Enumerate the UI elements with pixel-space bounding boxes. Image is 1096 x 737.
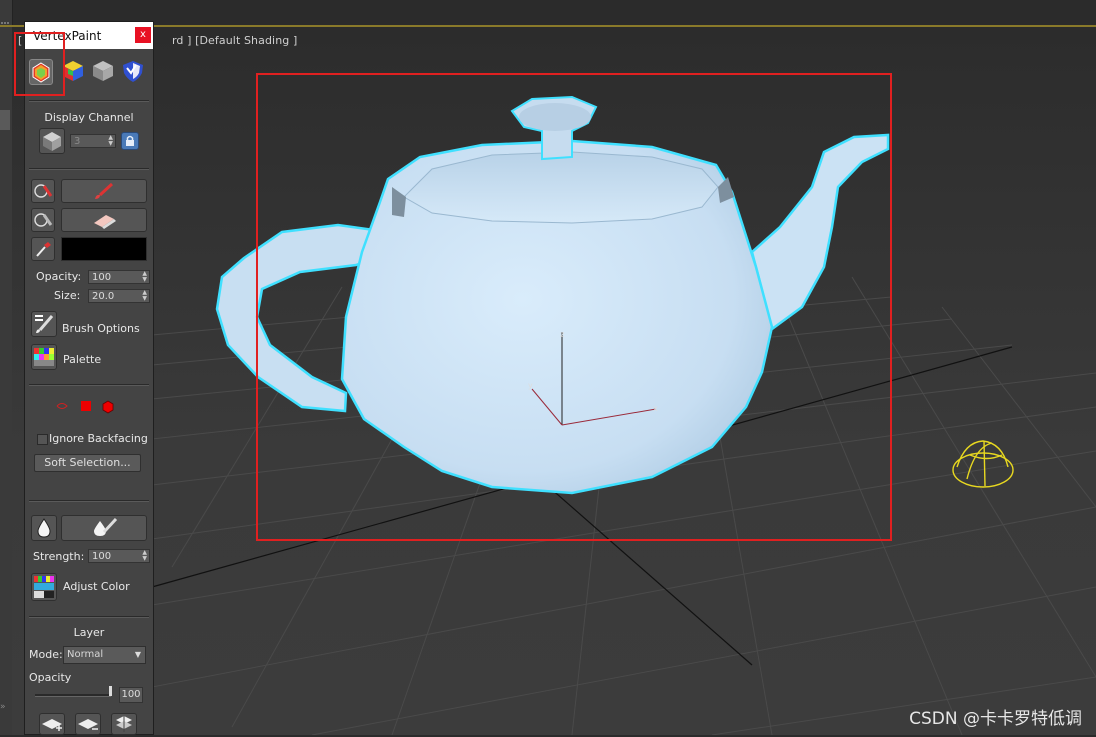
lock-button[interactable] (121, 132, 139, 150)
layer-title: Layer (73, 626, 105, 639)
shaded-cube-icon (93, 61, 113, 81)
size-label: Size: (54, 289, 81, 302)
lock-icon (126, 135, 134, 146)
strength-spinner[interactable]: 100 ▲ ▼ (88, 549, 150, 563)
erase-button[interactable] (61, 208, 147, 232)
layer-opacity-slider[interactable] (35, 694, 111, 697)
separator (29, 616, 149, 618)
erase-dropper-icon (34, 213, 53, 227)
adjust-color-label[interactable]: Adjust Color (63, 580, 130, 593)
strip-marker (0, 110, 10, 130)
channel-value: 3 (74, 136, 81, 147)
separator (29, 100, 149, 102)
opacity-value: 100 (92, 272, 112, 283)
layer-opacity-value[interactable]: 100 (119, 687, 143, 703)
spinner-arrows-icon: ▲ ▼ (142, 549, 147, 562)
eraser-icon (94, 215, 116, 229)
erase-options-button[interactable] (31, 208, 55, 232)
soft-selection-button[interactable]: Soft Selection... (34, 454, 141, 472)
element-selection-icon (102, 400, 114, 414)
selection-level-icons (56, 400, 114, 414)
spinner-arrows-icon: ▲ ▼ (142, 270, 147, 283)
adjust-color-button[interactable] (31, 573, 57, 601)
shield-icon (123, 61, 143, 82)
brush-options-button[interactable] (31, 311, 57, 337)
viewport-label-shading[interactable]: rd ] [Default Shading ] (172, 34, 297, 47)
water-drop-icon (37, 518, 51, 538)
ignore-backfacing-label: Ignore Backfacing (49, 432, 148, 445)
adjust-color-icon (34, 576, 54, 598)
strength-label: Strength: (33, 550, 85, 563)
paint-color-swatch[interactable] (61, 237, 147, 261)
mode-select[interactable]: Normal ▼ (63, 646, 146, 664)
palette-button[interactable] (31, 344, 57, 370)
paint-all-highlight-box (14, 32, 65, 96)
teapot-highlight-box (256, 73, 892, 541)
delete-layer-button[interactable] (75, 713, 101, 735)
layer-opacity-label: Opacity (29, 671, 72, 684)
opacity-label: Opacity: (36, 270, 82, 283)
size-value: 20.0 (92, 291, 115, 302)
add-layer-icon (42, 719, 62, 731)
spinner-arrows-icon: ▲ ▼ (142, 289, 147, 302)
face-selection-icon (81, 401, 91, 411)
blur-brush-icon (94, 517, 118, 536)
mode-label: Mode: (29, 648, 63, 661)
watermark: CSDN @卡卡罗特低调 (909, 709, 1082, 729)
eyedropper-icon (36, 242, 51, 257)
new-layer-button[interactable] (39, 713, 65, 735)
cube-icon (43, 132, 61, 151)
spinner-arrows-icon: ▲ ▼ (108, 134, 113, 147)
pick-color-button[interactable] (31, 237, 55, 261)
blur-brush-button[interactable] (61, 515, 147, 541)
vertex-selection-icon (56, 403, 68, 409)
size-spinner[interactable]: 20.0 ▲ ▼ (88, 289, 150, 303)
close-button[interactable]: x (135, 27, 151, 43)
slider-handle[interactable] (109, 686, 112, 696)
blur-options-button[interactable] (31, 515, 57, 541)
paint-dropper-icon (34, 184, 53, 198)
expand-arrows-icon: » (0, 702, 6, 712)
ignore-backfacing-checkbox[interactable] (37, 434, 48, 445)
channel-spinner[interactable]: 3 ▲ ▼ (70, 134, 116, 148)
remove-layer-icon (78, 719, 98, 730)
channel-display-button[interactable] (39, 128, 65, 154)
opacity-spinner[interactable]: 100 ▲ ▼ (88, 270, 150, 284)
brush-options-icon (35, 315, 54, 333)
palette-icon (34, 348, 54, 366)
separator (29, 384, 149, 386)
mode-value: Normal (67, 649, 104, 660)
strength-value: 100 (92, 551, 112, 562)
paint-brush-button[interactable] (61, 179, 147, 203)
paintbrush-icon (95, 182, 114, 199)
disable-display-button[interactable] (121, 59, 145, 85)
shaded-display-button[interactable] (91, 59, 115, 85)
vertex-paint-panel: VertexPaint x Display Channel 3 ▲ ▼ Opac… (24, 21, 154, 735)
brush-options-label[interactable]: Brush Options (62, 322, 140, 335)
palette-label[interactable]: Palette (63, 353, 101, 366)
display-channel-title: Display Channel (44, 111, 134, 124)
condense-layers-button[interactable] (111, 713, 137, 735)
paint-options-button[interactable] (31, 179, 55, 203)
separator (29, 500, 149, 502)
chevron-down-icon: ▼ (134, 650, 141, 659)
light-gizmo (952, 440, 1014, 488)
separator (29, 168, 149, 170)
stack-layers-icon (116, 716, 132, 732)
